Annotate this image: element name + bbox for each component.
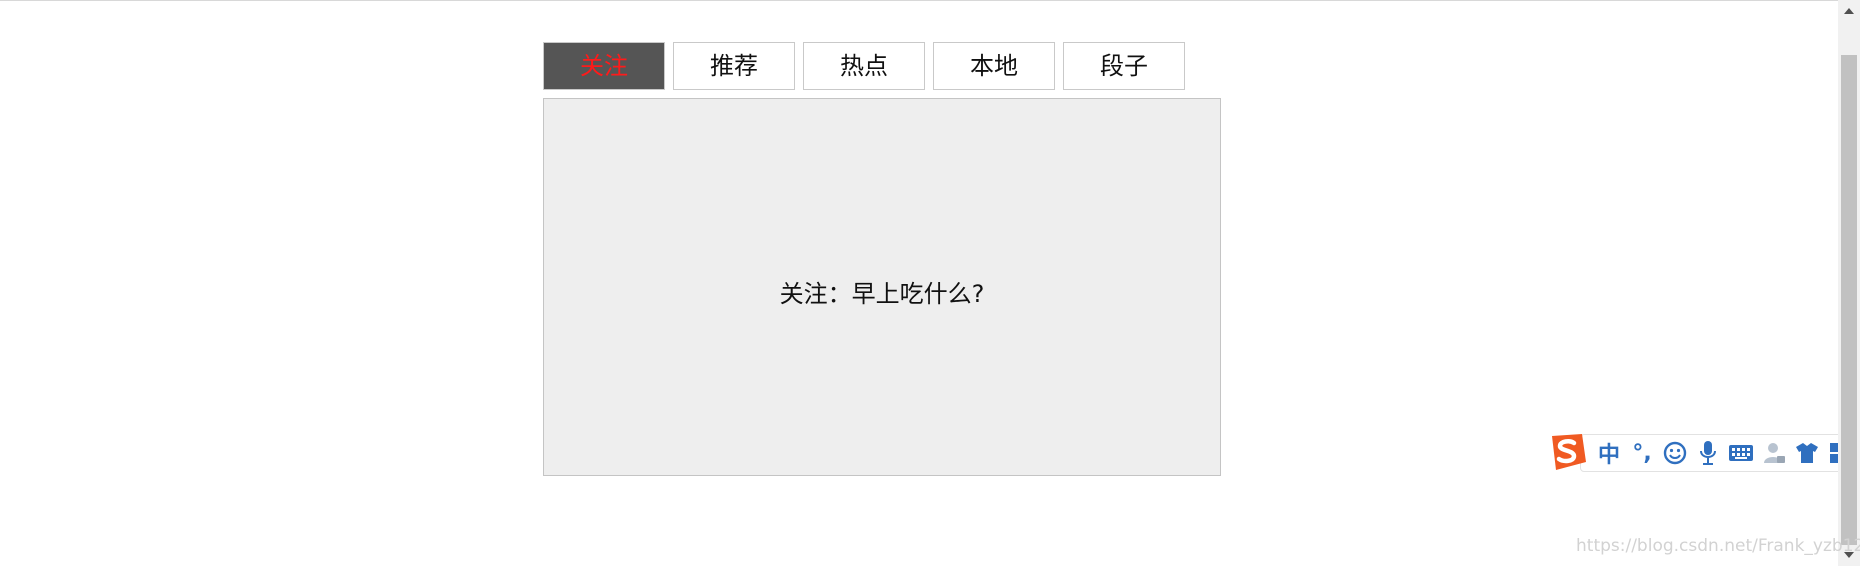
ime-punct-button[interactable]: °, bbox=[1629, 440, 1655, 466]
tab-guanzhu[interactable]: 关注 bbox=[543, 42, 665, 90]
vertical-scrollbar[interactable] bbox=[1838, 0, 1860, 566]
tshirt-icon[interactable] bbox=[1794, 440, 1820, 466]
tab-content-text: 关注：早上吃什么? bbox=[779, 279, 985, 308]
microphone-icon[interactable] bbox=[1695, 440, 1721, 466]
sogou-logo-icon[interactable] bbox=[1546, 432, 1588, 472]
tab-content-panel: 关注：早上吃什么? bbox=[543, 98, 1221, 476]
keyboard-icon[interactable] bbox=[1728, 440, 1754, 466]
tab-duanzi[interactable]: 段子 bbox=[1063, 42, 1185, 90]
scroll-thumb[interactable] bbox=[1841, 55, 1857, 545]
top-border bbox=[0, 0, 1838, 1]
watermark-text: https://blog.csdn.net/Frank_yzb123123 bbox=[1576, 536, 1860, 556]
smiley-icon[interactable] bbox=[1662, 440, 1688, 466]
ime-toolbar: 中 °, bbox=[1546, 430, 1860, 474]
scroll-up-icon[interactable] bbox=[1838, 2, 1860, 20]
tab-bendi[interactable]: 本地 bbox=[933, 42, 1055, 90]
tab-redian[interactable]: 热点 bbox=[803, 42, 925, 90]
tab-tuijian[interactable]: 推荐 bbox=[673, 42, 795, 90]
ime-mode-button[interactable]: 中 bbox=[1596, 440, 1622, 468]
user-icon[interactable] bbox=[1761, 440, 1787, 466]
